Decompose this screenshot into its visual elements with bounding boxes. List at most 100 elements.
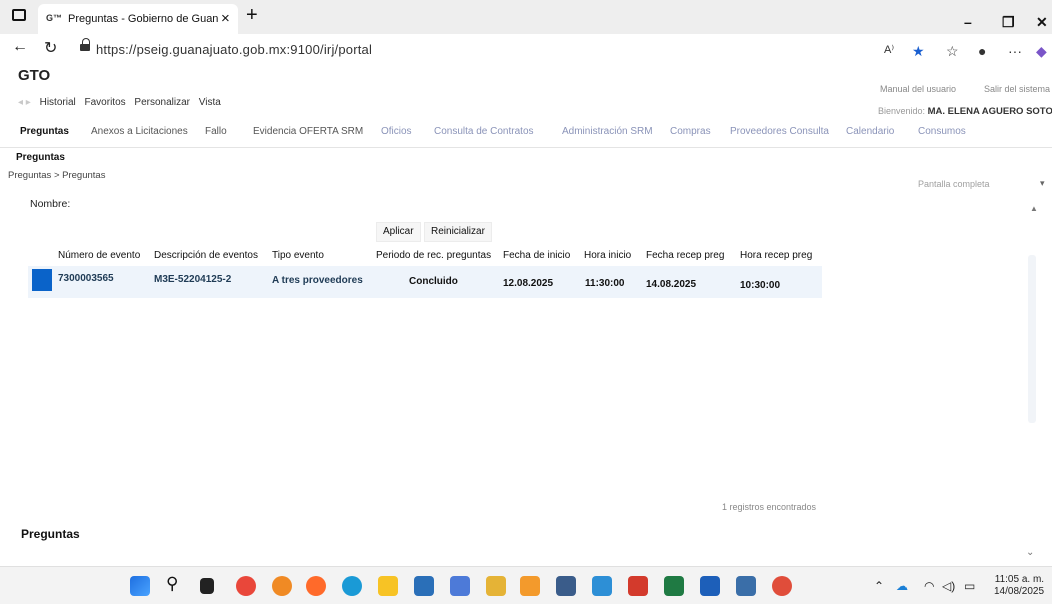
- volume-icon[interactable]: ◁): [942, 579, 955, 593]
- refresh-icon[interactable]: ↻: [44, 38, 57, 58]
- chevron-down-icon[interactable]: ⌄: [1026, 547, 1034, 558]
- table-header: Número de evento Descripción de eventos …: [0, 248, 830, 268]
- mail-icon[interactable]: [414, 576, 434, 596]
- tab-consumos[interactable]: Consumos: [918, 126, 966, 137]
- page-title: Preguntas: [16, 152, 65, 163]
- back-forward-icon[interactable]: ◂ ▸: [18, 97, 31, 108]
- filter-name-label: Nombre:: [30, 198, 71, 210]
- welcome-label: Bienvenido:: [878, 106, 926, 116]
- menu-favorites[interactable]: Favoritos: [85, 97, 126, 108]
- start-icon[interactable]: [130, 576, 150, 596]
- table-row[interactable]: 7300003565 M3E-52204125-2 A tres proveed…: [28, 266, 822, 298]
- chrome-icon[interactable]: [236, 576, 256, 596]
- window-restore-button[interactable]: ❐: [1002, 14, 1015, 31]
- tab-close-icon[interactable]: ×: [221, 10, 230, 27]
- address-bar: ← ↻ https://pseig.guanajuato.gob.mx:9100…: [0, 34, 1052, 64]
- tab-preguntas[interactable]: Preguntas: [20, 126, 69, 137]
- tab-actions-icon[interactable]: [12, 9, 26, 21]
- url-field[interactable]: https://pseig.guanajuato.gob.mx:9100/irj…: [96, 42, 372, 57]
- favorite-star-icon[interactable]: ★: [912, 43, 925, 60]
- window-minimize-button[interactable]: –: [964, 14, 972, 30]
- taskbar: ⚲ ⌃ ☁ ◠ ◁) ▭ 11:05 a. m. 14/08/2025: [0, 566, 1052, 604]
- more-options-icon[interactable]: ···: [1008, 43, 1022, 59]
- tab-oficios[interactable]: Oficios: [381, 126, 412, 137]
- tab-evidencia-oferta[interactable]: Evidencia OFERTA SRM: [253, 126, 363, 137]
- column-header[interactable]: Fecha recep preg: [646, 250, 724, 261]
- pdf-reader-icon[interactable]: [628, 576, 648, 596]
- file-explorer-icon[interactable]: [378, 576, 398, 596]
- apply-button[interactable]: Aplicar: [376, 222, 421, 242]
- edge-icon[interactable]: [342, 576, 362, 596]
- onedrive-icon[interactable]: ☁: [896, 579, 908, 593]
- column-header[interactable]: Fecha de inicio: [503, 250, 570, 261]
- tab-compras[interactable]: Compras: [670, 126, 711, 137]
- tab-administracion-srm[interactable]: Administración SRM: [562, 126, 653, 137]
- column-header[interactable]: Tipo evento: [272, 250, 324, 261]
- word-icon[interactable]: [700, 576, 720, 596]
- tab-anexos[interactable]: Anexos a Licitaciones: [91, 126, 188, 137]
- app-icon[interactable]: [520, 576, 540, 596]
- clock-time: 11:05 a. m.: [994, 574, 1045, 585]
- tab-proveedores-consulta[interactable]: Proveedores Consulta: [730, 126, 829, 137]
- scrollbar[interactable]: [1028, 255, 1036, 423]
- copilot-icon[interactable]: ◆: [1036, 43, 1047, 60]
- scroll-up-icon[interactable]: ▲: [1030, 204, 1038, 213]
- menu-view[interactable]: Vista: [199, 97, 221, 108]
- browser-tab[interactable]: G™ Preguntas - Gobierno de Guanaj ×: [38, 4, 238, 34]
- task-view-icon[interactable]: [200, 578, 214, 594]
- start-time: 11:30:00: [585, 278, 625, 289]
- notepad-icon[interactable]: [736, 576, 756, 596]
- app-icon[interactable]: [450, 576, 470, 596]
- tab-fallo[interactable]: Fallo: [205, 126, 227, 137]
- question-period: Concluido: [409, 276, 458, 287]
- tab-consulta-contratos[interactable]: Consulta de Contratos: [434, 126, 534, 137]
- column-header[interactable]: Hora recep preg: [740, 250, 812, 261]
- window-close-button[interactable]: ✕: [1036, 14, 1048, 31]
- column-header[interactable]: Número de evento: [58, 250, 140, 261]
- column-header[interactable]: Descripción de eventos: [154, 250, 258, 261]
- favorites-list-icon[interactable]: ☆: [946, 43, 959, 60]
- battery-icon[interactable]: ▭: [964, 579, 975, 593]
- back-arrow-icon[interactable]: ←: [12, 38, 28, 56]
- tab-calendario[interactable]: Calendario: [846, 126, 894, 137]
- section-title: Preguntas: [21, 527, 80, 541]
- start-date: 12.08.2025: [503, 278, 554, 289]
- portal-tabs: Preguntas Anexos a Licitaciones Fallo Ev…: [0, 120, 1052, 148]
- read-aloud-icon[interactable]: A⁾: [884, 43, 894, 56]
- profile-icon[interactable]: ●: [978, 43, 986, 59]
- menu-personalize[interactable]: Personalizar: [134, 97, 190, 108]
- chevron-down-icon[interactable]: ▾: [1040, 178, 1045, 189]
- site-favicon-icon: G™: [46, 13, 63, 23]
- calculator-icon[interactable]: [556, 576, 576, 596]
- tab-title: Preguntas - Gobierno de Guanaj: [68, 13, 218, 25]
- search-icon[interactable]: ⚲: [166, 574, 186, 594]
- user-name: MA. ELENA AGUERO SOTO: [927, 106, 1052, 117]
- system-clock[interactable]: 11:05 a. m. 14/08/2025: [994, 574, 1044, 598]
- breadcrumb[interactable]: Preguntas > Preguntas: [8, 170, 105, 181]
- wifi-icon[interactable]: ◠: [924, 579, 934, 593]
- app-icon[interactable]: [592, 576, 612, 596]
- chrome-alt-icon[interactable]: [272, 576, 292, 596]
- logout-link[interactable]: Salir del sistema: [984, 84, 1050, 94]
- user-manual-link[interactable]: Manual del usuario: [880, 84, 956, 94]
- lock-icon[interactable]: [80, 38, 90, 52]
- chrome-profile-icon[interactable]: [772, 576, 792, 596]
- chevron-up-icon[interactable]: ⌃: [874, 579, 884, 593]
- new-tab-button[interactable]: +: [246, 4, 258, 27]
- event-type: A tres proveedores: [272, 275, 363, 286]
- column-header[interactable]: Periodo de rec. preguntas: [376, 250, 491, 261]
- welcome-text: Bienvenido: MA. ELENA AGUERO SOTO: [878, 106, 1052, 117]
- reset-button[interactable]: Reinicializar: [424, 222, 492, 242]
- column-header[interactable]: Hora inicio: [584, 250, 631, 261]
- reception-time: 10:30:00: [740, 280, 781, 291]
- row-selector[interactable]: [32, 269, 52, 291]
- records-count: 1 registros encontrados: [722, 502, 817, 512]
- excel-icon[interactable]: [664, 576, 684, 596]
- event-number[interactable]: 7300003565: [58, 273, 114, 284]
- full-screen-link[interactable]: Pantalla completa: [918, 179, 990, 189]
- firefox-icon[interactable]: [306, 576, 326, 596]
- menu-history[interactable]: Historial: [40, 97, 76, 108]
- event-description: M3E-52204125-2: [154, 274, 232, 285]
- browser-tab-bar: G™ Preguntas - Gobierno de Guanaj × + – …: [0, 0, 1052, 34]
- lock-app-icon[interactable]: [486, 576, 506, 596]
